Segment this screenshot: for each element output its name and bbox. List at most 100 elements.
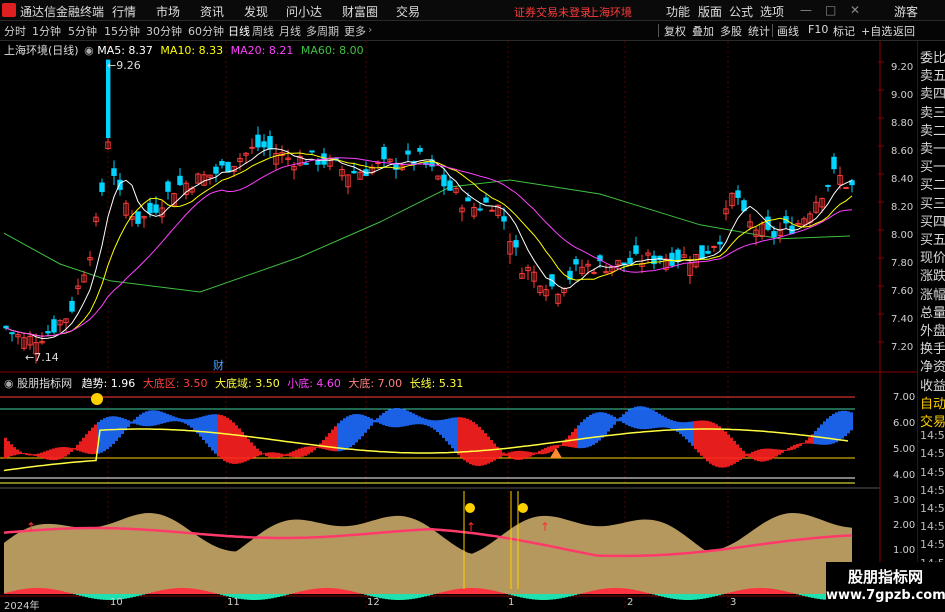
btn-fanhui[interactable]: 返回 [893,23,915,39]
quote-field-label: 14:56 [920,538,945,551]
period-60min[interactable]: 60分钟 [188,23,224,39]
price-tick: 7.80 [891,258,913,269]
ind-tick: 4.00 [893,470,915,481]
quote-field-label: 买一 [920,156,945,175]
quote-field-label: 14:56 [920,447,945,460]
quote-field-label: 收益 [920,375,945,394]
x-label: 11 [227,597,240,608]
menu-item-gongshi[interactable]: 公式 [729,3,753,20]
menu-item-shichang[interactable]: 市场 [156,3,180,20]
toolbar-divider [658,24,659,37]
x-label: 2 [627,597,633,608]
period-monthly[interactable]: 月线 [279,23,301,39]
changxian-label: 长线: 5.31 [410,377,464,390]
x-label: 12 [367,597,380,608]
quote-field-label: 自动 [920,393,945,412]
quote-field-label: 14:56 [920,466,945,479]
maximize-icon[interactable]: □ [825,3,836,17]
dadiqu-label: 大底区: 3.50 [143,377,208,390]
period-multi[interactable]: 多周期 [306,23,339,39]
toolbar-divider [772,24,773,37]
quote-field-label: 14:56 [920,520,945,533]
quote-field-label: 买五 [920,229,945,248]
period-toolbar: 分时 1分钟 5分钟 15分钟 30分钟 60分钟 日线 周线 月线 多周期 更… [0,21,945,41]
app-logo-icon [2,3,16,17]
period-more[interactable]: 更多 [344,23,366,39]
period-1min[interactable]: 1分钟 [32,23,61,39]
btn-tongji[interactable]: 统计 [748,23,770,39]
cai-marker[interactable]: 财 [213,357,224,373]
period-fenshi[interactable]: 分时 [4,23,26,39]
menu-item-caifuquan[interactable]: 财富圈 [342,3,378,20]
chevron-right-icon[interactable]: › [368,23,372,36]
price-tick: 7.40 [891,314,913,325]
ma5-label: MA5: 8.37 [97,44,153,57]
period-daily[interactable]: 日线 [228,23,250,39]
price-tick: 8.60 [891,146,913,157]
btn-f10[interactable]: F10 [808,23,828,36]
quote-field-label: 交易 [920,411,945,430]
menu-item-banmian[interactable]: 版面 [698,3,722,20]
menu-item-xuanxiang[interactable]: 选项 [760,3,784,20]
btn-fuquan[interactable]: 复权 [664,23,686,39]
watermark: 股朋指标网 www.7gpzb.com [826,562,945,609]
settings-icon[interactable]: ◉ [84,44,94,57]
price-tick: 8.20 [891,202,913,213]
x-label: 1 [508,597,514,608]
quote-field-label: 买四 [920,211,945,230]
quote-field-label: 委比 [920,47,945,66]
login-warning[interactable]: 证券交易未登录 [514,4,591,20]
dadi-label: 大底: 7.00 [348,377,402,390]
menu-item-jiaoyi[interactable]: 交易 [396,3,420,20]
period-5min[interactable]: 5分钟 [68,23,97,39]
btn-biaoji[interactable]: 标记 [833,23,855,39]
quote-field-label: 换手 [920,338,945,357]
quote-field-label: 涨幅 [920,284,945,303]
ind-tick: 5.00 [893,444,915,455]
guest-label[interactable]: 游客 [894,3,918,20]
chart-title: 上海环境(日线) [4,44,79,57]
period-30min[interactable]: 30分钟 [146,23,182,39]
main-chart-legend: 上海环境(日线) ◉ MA5: 8.37 MA10: 8.33 MA20: 8.… [4,42,364,58]
stock-name-header: 上海环境 [588,4,632,20]
ma10-label: MA10: 8.33 [160,44,223,57]
ind-tick: 1.00 [893,545,915,556]
xiaodi-label: 小底: 4.60 [287,377,341,390]
menu-bar: 通达信金融终端 行情 市场 资讯 发现 问小达 财富圈 交易 证券交易未登录 上… [0,0,945,21]
quote-field-label: 净资 [920,356,945,375]
period-weekly[interactable]: 周线 [252,23,274,39]
ind-tick: 6.00 [893,418,915,429]
quote-field-label: 外盘 [920,320,945,339]
svg-text:↑: ↑ [26,520,36,534]
quote-field-label: 卖二 [920,120,945,139]
indicator-legend: ◉ 股朋指标网 趋势: 1.96 大底区: 3.50 大底域: 3.50 小底:… [4,375,463,391]
menu-item-wenxiaoda[interactable]: 问小达 [286,3,322,20]
btn-diejia[interactable]: 叠加 [692,23,714,39]
indicator-name[interactable]: 股朋指标网 [17,377,72,390]
menu-item-zixun[interactable]: 资讯 [200,3,224,20]
btn-zixuan[interactable]: +自选 [861,23,892,39]
menu-item-faxian[interactable]: 发现 [244,3,268,20]
low-price-marker: ←7.14 [25,351,59,364]
quote-field-label: 总量 [920,302,945,321]
price-tick: 8.80 [891,118,913,129]
quote-side-panel: 委比卖五卖四卖三卖二卖一买一买二买三买四买五现价涨跌涨幅总量外盘换手净资收益自动… [917,41,945,609]
indicator-settings-icon[interactable]: ◉ [4,377,14,390]
ma20-label: MA20: 8.21 [231,44,294,57]
menu-item-hangqing[interactable]: 行情 [112,3,136,20]
period-15min[interactable]: 15分钟 [104,23,140,39]
quote-field-label: 卖四 [920,83,945,102]
minimize-icon[interactable]: — [800,3,812,17]
ind-tick: 3.00 [893,495,915,506]
quote-field-label: 卖五 [920,65,945,84]
quote-field-label: 现价 [920,247,945,266]
kline-chart[interactable]: ↑↑↑ [0,41,917,609]
price-tick: 7.60 [891,286,913,297]
high-price-marker: ←9.26 [107,59,141,72]
quote-field-label: 买三 [920,193,945,212]
close-icon[interactable]: ✕ [850,3,860,17]
dadiyu-label: 大底域: 3.50 [215,377,280,390]
btn-duogu[interactable]: 多股 [720,23,742,39]
menu-item-gongneng[interactable]: 功能 [666,3,690,20]
btn-huaxian[interactable]: 画线 [777,23,799,39]
